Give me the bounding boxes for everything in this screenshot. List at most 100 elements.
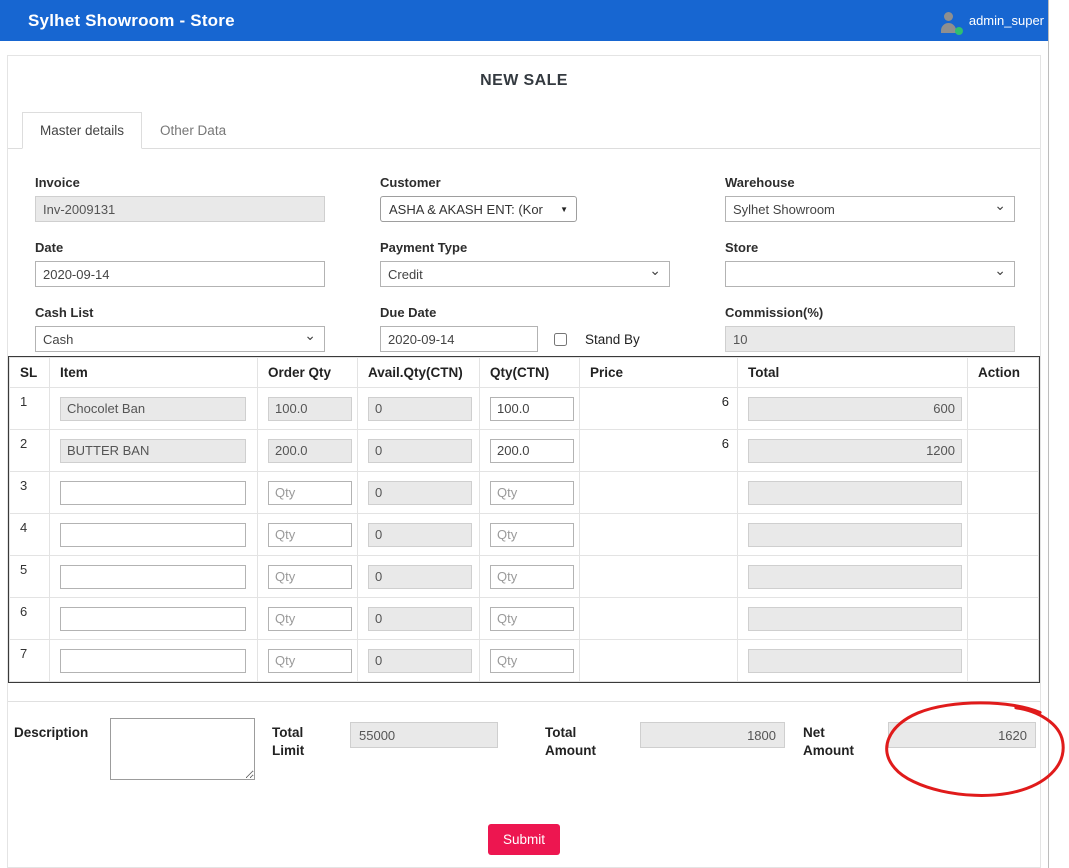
order-qty-input[interactable] — [268, 523, 352, 547]
date-input[interactable] — [35, 261, 325, 287]
item-input[interactable] — [60, 649, 246, 673]
user-menu[interactable]: admin_super — [935, 7, 1044, 34]
payment-type-label: Payment Type — [380, 240, 670, 255]
action-cell — [968, 514, 1039, 556]
tab-other-data[interactable]: Other Data — [142, 112, 244, 149]
table-row: 1 6 — [10, 388, 1039, 430]
col-sl: SL — [10, 358, 50, 388]
sl-cell: 1 — [10, 388, 50, 430]
total-amount-input — [640, 722, 785, 748]
col-order-qty: Order Qty — [258, 358, 358, 388]
price-cell — [580, 556, 738, 598]
stand-by-label: Stand By — [585, 332, 640, 347]
total-input — [748, 649, 962, 673]
net-amount-annotation-circle — [882, 700, 1068, 802]
master-details-form: Invoice Customer ASHA & AKASH ENT: (Kor … — [8, 149, 1040, 352]
total-input — [748, 565, 962, 589]
cash-list-select[interactable]: Cash — [35, 326, 325, 352]
item-input — [60, 397, 246, 421]
price-cell — [580, 514, 738, 556]
page-title: NEW SALE — [8, 72, 1040, 90]
avail-qty-input — [368, 439, 472, 463]
total-input — [748, 439, 962, 463]
summary-section: Description Total Limit Total Amount Net… — [8, 718, 1040, 802]
action-cell — [968, 640, 1039, 682]
sl-cell: 3 — [10, 472, 50, 514]
new-sale-card: NEW SALE Master details Other Data Invoi… — [7, 55, 1041, 868]
submit-row: Submit — [8, 824, 1040, 855]
sl-cell: 6 — [10, 598, 50, 640]
tab-master-details[interactable]: Master details — [22, 112, 142, 149]
net-amount-label: Net Amount — [803, 724, 865, 759]
commission-input — [725, 326, 1015, 352]
qty-ctn-input[interactable] — [490, 439, 574, 463]
commission-label: Commission(%) — [725, 305, 1015, 320]
qty-ctn-input[interactable] — [490, 607, 574, 631]
page-header-title: Sylhet Showroom - Store — [28, 11, 235, 31]
top-bar: Sylhet Showroom - Store admin_super — [0, 0, 1048, 41]
order-qty-input[interactable] — [268, 565, 352, 589]
stand-by-checkbox[interactable] — [554, 333, 567, 346]
submit-button[interactable]: Submit — [488, 824, 560, 855]
action-cell — [968, 556, 1039, 598]
col-total: Total — [738, 358, 968, 388]
due-date-input[interactable] — [380, 326, 538, 352]
action-cell — [968, 430, 1039, 472]
store-select[interactable] — [725, 261, 1015, 287]
tab-bar: Master details Other Data — [8, 112, 1040, 149]
table-row: 6 — [10, 598, 1039, 640]
qty-ctn-input[interactable] — [490, 523, 574, 547]
date-label: Date — [35, 240, 325, 255]
payment-type-select[interactable]: Credit — [380, 261, 670, 287]
order-qty-input[interactable] — [268, 607, 352, 631]
due-date-field: Due Date Stand By — [380, 305, 670, 352]
price-cell — [580, 640, 738, 682]
qty-ctn-input[interactable] — [490, 397, 574, 421]
table-row: 3 — [10, 472, 1039, 514]
cash-list-label: Cash List — [35, 305, 325, 320]
date-field: Date — [35, 240, 325, 287]
customer-field: Customer ASHA & AKASH ENT: (Kor ▼ — [380, 175, 670, 222]
net-amount-input — [888, 722, 1036, 748]
table-row: 2 6 — [10, 430, 1039, 472]
col-avail-qty: Avail.Qty(CTN) — [358, 358, 480, 388]
online-status-dot — [955, 27, 963, 35]
warehouse-label: Warehouse — [725, 175, 1015, 190]
table-header-row: SL Item Order Qty Avail.Qty(CTN) Qty(CTN… — [10, 358, 1039, 388]
price-cell — [580, 472, 738, 514]
qty-ctn-input[interactable] — [490, 649, 574, 673]
warehouse-select[interactable]: Sylhet Showroom — [725, 196, 1015, 222]
customer-label: Customer — [380, 175, 670, 190]
sl-cell: 7 — [10, 640, 50, 682]
item-input[interactable] — [60, 565, 246, 589]
total-input — [748, 523, 962, 547]
username: admin_super — [969, 13, 1044, 28]
items-table: SL Item Order Qty Avail.Qty(CTN) Qty(CTN… — [9, 357, 1039, 682]
invoice-label: Invoice — [35, 175, 325, 190]
divider — [8, 701, 1040, 702]
table-row: 7 — [10, 640, 1039, 682]
avail-qty-input — [368, 565, 472, 589]
total-limit-input — [350, 722, 498, 748]
sl-cell: 4 — [10, 514, 50, 556]
price-cell: 6 — [580, 430, 738, 472]
order-qty-input[interactable] — [268, 649, 352, 673]
qty-ctn-input[interactable] — [490, 565, 574, 589]
customer-dropdown[interactable]: ASHA & AKASH ENT: (Kor ▼ — [380, 196, 577, 222]
table-row: 4 — [10, 514, 1039, 556]
col-action: Action — [968, 358, 1039, 388]
total-input — [748, 397, 962, 421]
order-qty-input[interactable] — [268, 481, 352, 505]
avail-qty-input — [368, 649, 472, 673]
cash-list-field: Cash List Cash — [35, 305, 325, 352]
qty-ctn-input[interactable] — [490, 481, 574, 505]
items-table-wrapper: SL Item Order Qty Avail.Qty(CTN) Qty(CTN… — [8, 356, 1040, 683]
item-input[interactable] — [60, 523, 246, 547]
total-input — [748, 607, 962, 631]
col-item: Item — [50, 358, 258, 388]
item-input[interactable] — [60, 481, 246, 505]
col-qty-ctn: Qty(CTN) — [480, 358, 580, 388]
item-input[interactable] — [60, 607, 246, 631]
description-textarea[interactable] — [110, 718, 255, 780]
total-limit-label: Total Limit — [272, 724, 322, 759]
